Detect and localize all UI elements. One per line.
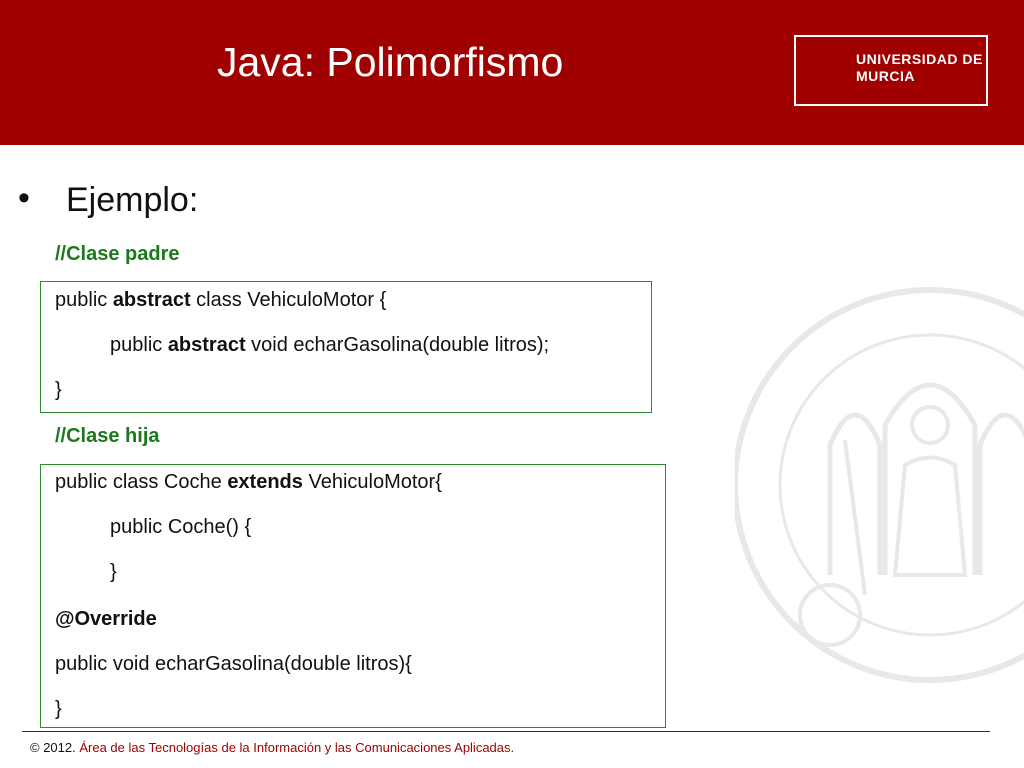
code-line-parent-2: public abstract void echarGasolina(doubl… — [110, 334, 550, 356]
comment-child-class: //Clase hija — [55, 425, 160, 447]
footer-department: Área de las Tecnologías de la Informació… — [79, 740, 515, 755]
bullet-marker: • — [18, 179, 30, 217]
code-line-child-3: } — [110, 561, 117, 583]
footer-copyright: © 2012. — [30, 740, 80, 755]
footer-divider — [22, 731, 990, 732]
university-seal-watermark — [735, 287, 1024, 683]
child-class-box — [40, 464, 666, 728]
code-line-child-annotation: @Override — [55, 608, 157, 630]
bullet-heading: Ejemplo: — [66, 181, 199, 219]
code-line-parent-1: public abstract class VehiculoMotor { — [55, 289, 387, 311]
code-line-child-2: public Coche() { — [110, 516, 252, 538]
logo-line-2: MURCIA — [856, 68, 915, 84]
comment-parent-class: //Clase padre — [55, 243, 180, 265]
slide-title: Java: Polimorfismo — [217, 39, 564, 85]
code-line-child-1: public class Coche extends VehiculoMotor… — [55, 471, 442, 493]
code-line-child-5: public void echarGasolina(double litros)… — [55, 653, 412, 675]
slide-header: Java: Polimorfismo UNIVERSIDAD DE MURCIA — [0, 0, 1024, 145]
code-line-child-6: } — [55, 698, 62, 720]
logo-line-1: UNIVERSIDAD DE — [856, 51, 983, 67]
slide-footer: © 2012. Área de las Tecnologías de la In… — [30, 740, 514, 755]
university-logo: UNIVERSIDAD DE MURCIA — [794, 35, 988, 106]
code-line-parent-3: } — [55, 379, 62, 401]
